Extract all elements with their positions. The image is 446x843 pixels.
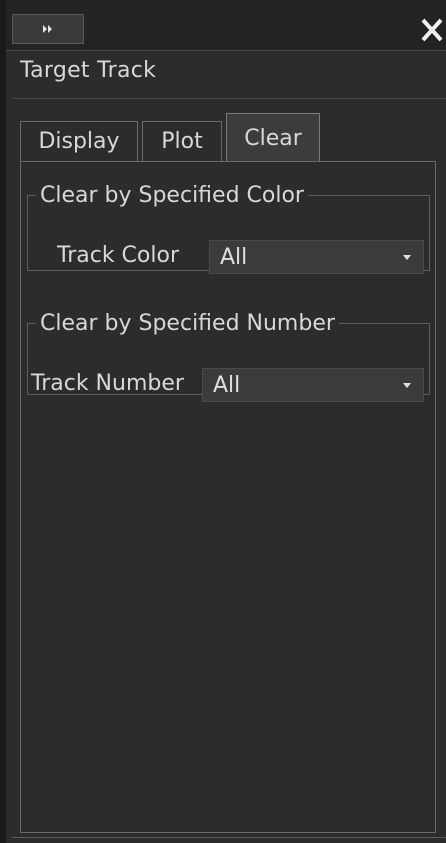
track-color-label: Track Color xyxy=(57,243,179,268)
title-divider xyxy=(12,98,446,99)
track-number-select[interactable]: All xyxy=(202,368,424,402)
close-button[interactable] xyxy=(418,14,446,46)
expand-button[interactable] xyxy=(12,14,84,44)
track-number-value: All xyxy=(213,372,241,398)
clear-by-color-group: Clear by Specified Color Track Color All xyxy=(27,183,430,274)
clear-by-color-legend: Clear by Specified Color xyxy=(40,183,304,208)
clear-by-number-group: Clear by Specified Number Track Number A… xyxy=(27,311,430,402)
clear-tab-content: Clear by Specified Color Track Color All… xyxy=(20,161,436,833)
track-number-label: Track Number xyxy=(31,371,184,396)
close-x-icon xyxy=(421,18,443,42)
track-color-select[interactable]: All xyxy=(209,240,424,274)
chevron-down-icon xyxy=(403,383,411,388)
tab-clear[interactable]: Clear xyxy=(226,113,320,162)
clear-by-number-legend: Clear by Specified Number xyxy=(40,311,335,336)
track-color-value: All xyxy=(220,244,248,270)
chevron-down-icon xyxy=(403,255,411,260)
page-title: Target Track xyxy=(20,58,157,83)
panel-bottom-border xyxy=(12,837,446,838)
target-track-panel: Target Track Display Plot Clear Clear by… xyxy=(0,0,446,843)
tab-display[interactable]: Display xyxy=(20,121,138,161)
double-chevron-right-icon xyxy=(43,25,52,33)
tab-plot[interactable]: Plot xyxy=(142,121,222,161)
panel-titlebar xyxy=(6,0,446,51)
